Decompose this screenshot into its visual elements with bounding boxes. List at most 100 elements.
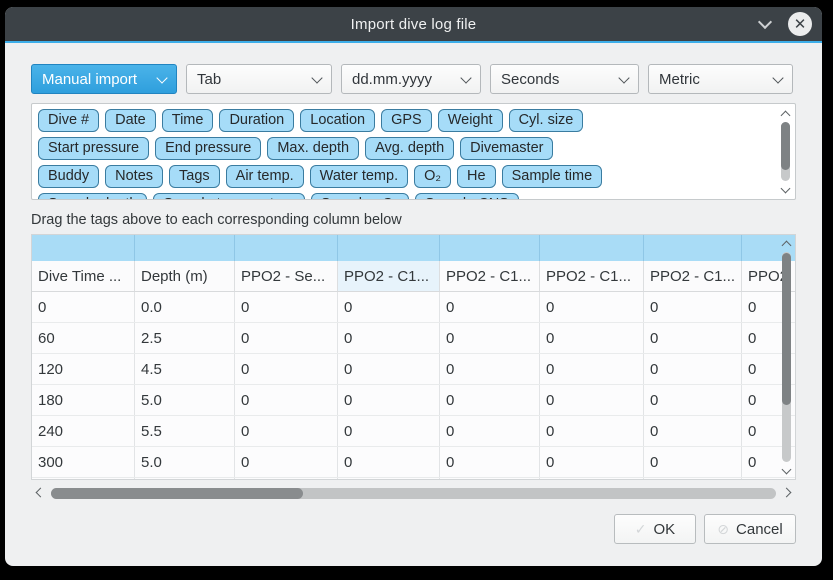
table-cell: 0: [32, 292, 135, 322]
table-row: 00.0000000: [32, 292, 795, 323]
table-cell: 0: [338, 385, 440, 415]
combo-tab[interactable]: Tab: [186, 64, 332, 94]
table-row: 1204.5000000: [32, 354, 795, 385]
tag-buddy[interactable]: Buddy: [38, 165, 99, 188]
tag-sample-temperature[interactable]: Sample temperature: [153, 193, 304, 200]
ok-button[interactable]: ✓OK: [614, 514, 696, 544]
tag-row: Start pressure End pressure Max. depth Avg.…: [38, 137, 789, 160]
table-cell: 4.5: [135, 354, 235, 384]
table-cell: 0: [338, 416, 440, 446]
column-header[interactable]: PPO2 - Se...: [235, 261, 338, 291]
scroll-down-icon[interactable]: [779, 464, 794, 477]
combo-manual-import[interactable]: Manual import: [31, 64, 177, 94]
table-cell: 0: [644, 292, 742, 322]
scrollbar-thumb[interactable]: [782, 253, 791, 405]
tag-pool-scrollbar[interactable]: [778, 106, 793, 197]
drop-target-cell[interactable]: [32, 235, 135, 261]
column-header[interactable]: Dive Time ...: [32, 261, 135, 291]
table-cell: [644, 478, 742, 480]
drop-target-cell[interactable]: [644, 235, 742, 261]
tag-sample-time[interactable]: Sample time: [502, 165, 603, 188]
hscrollbar-thumb[interactable]: [51, 488, 303, 499]
accent-line: [5, 41, 822, 43]
table-cell: [32, 478, 135, 480]
chevron-down-icon: [772, 72, 783, 83]
instruction-label: Drag the tags above to each correspondin…: [31, 212, 796, 228]
table-scrollbar[interactable]: [779, 236, 794, 478]
tag-air-temp[interactable]: Air temp.: [226, 165, 304, 188]
table-row-partial: [32, 478, 795, 480]
table-cell: 0: [440, 385, 540, 415]
tag-duration[interactable]: Duration: [219, 109, 294, 132]
tag-end-pressure[interactable]: End pressure: [155, 137, 261, 160]
table-cell: 0: [338, 354, 440, 384]
tag-start-pressure[interactable]: Start pressure: [38, 137, 149, 160]
drop-target-cell[interactable]: [235, 235, 338, 261]
dialog-content: Manual importTabdd.mm.yyyySecondsMetric …: [5, 64, 822, 544]
combo-value: dd.mm.yyyy: [352, 71, 432, 88]
tag-weight[interactable]: Weight: [438, 109, 503, 132]
check-icon: ✓: [635, 521, 647, 538]
column-header[interactable]: Depth (m): [135, 261, 235, 291]
tag-dive-#[interactable]: Dive #: [38, 109, 99, 132]
table-cell: 0: [338, 323, 440, 353]
scroll-up-icon[interactable]: [778, 107, 793, 120]
drop-target-cell[interactable]: [540, 235, 644, 261]
table-cell: 0.0: [135, 292, 235, 322]
drop-target-cell[interactable]: [135, 235, 235, 261]
tag-notes[interactable]: Notes: [105, 165, 163, 188]
combo-seconds[interactable]: Seconds: [490, 64, 639, 94]
table-cell: 0: [440, 323, 540, 353]
table-cell: [440, 478, 540, 480]
table-cell: 0: [235, 354, 338, 384]
column-header[interactable]: PPO2 - C1...: [540, 261, 644, 291]
tag-gps[interactable]: GPS: [381, 109, 432, 132]
column-header[interactable]: PPO2 - C1...: [440, 261, 540, 291]
scroll-left-icon[interactable]: [33, 486, 45, 501]
table-cell: 0: [235, 323, 338, 353]
cancel-button[interactable]: ⊘Cancel: [704, 514, 796, 544]
tag-he[interactable]: He: [457, 165, 496, 188]
scrollbar-thumb[interactable]: [781, 122, 790, 170]
table-row: 2405.5000000: [32, 416, 795, 447]
tag-sample-cns[interactable]: Sample CNS: [415, 193, 519, 200]
import-dive-log-dialog: Import dive log file ✕ Manual import Tab d…: [5, 7, 822, 566]
scroll-up-icon[interactable]: [779, 237, 794, 250]
table-cell: 0: [338, 447, 440, 477]
table-cell: 0: [235, 292, 338, 322]
scroll-right-icon[interactable]: [782, 486, 794, 501]
chevron-down-icon[interactable]: [757, 16, 773, 32]
table-cell: 5.5: [135, 416, 235, 446]
tag-date[interactable]: Date: [105, 109, 156, 132]
tag-location[interactable]: Location: [300, 109, 375, 132]
table-cell: [235, 478, 338, 480]
table-cell: 0: [540, 385, 644, 415]
titlebar[interactable]: Import dive log file ✕: [5, 7, 822, 41]
tag-max-depth[interactable]: Max. depth: [267, 137, 359, 160]
table-cell: 0: [440, 447, 540, 477]
column-header[interactable]: PPO2 - C1...: [644, 261, 742, 291]
table-cell: 0: [540, 323, 644, 353]
tag-o[interactable]: O₂: [414, 165, 451, 188]
tag-time[interactable]: Time: [162, 109, 214, 132]
table-cell: 0: [540, 292, 644, 322]
tag-sample-depth[interactable]: Sample depth: [38, 193, 147, 200]
drop-target-cell[interactable]: [338, 235, 440, 261]
drop-target-cell[interactable]: [440, 235, 540, 261]
table-cell: 0: [644, 447, 742, 477]
combo-value: Seconds: [501, 71, 559, 88]
table-cell: [338, 478, 440, 480]
tag-cyl-size[interactable]: Cyl. size: [509, 109, 584, 132]
tag-water-temp[interactable]: Water temp.: [310, 165, 408, 188]
scroll-down-icon[interactable]: [778, 183, 793, 196]
column-header[interactable]: PPO2 - C1...: [338, 261, 440, 291]
combo-metric[interactable]: Metric: [648, 64, 793, 94]
tag-tags[interactable]: Tags: [169, 165, 220, 188]
tag-avg-depth[interactable]: Avg. depth: [365, 137, 454, 160]
combo-dd-mm-yyyy[interactable]: dd.mm.yyyy: [341, 64, 481, 94]
tag-divemaster[interactable]: Divemaster: [460, 137, 553, 160]
table-hscrollbar[interactable]: [31, 486, 796, 501]
table-cell: 5.0: [135, 447, 235, 477]
tag-sample-po[interactable]: Sample pO₂: [311, 193, 409, 200]
close-icon[interactable]: ✕: [788, 12, 812, 36]
